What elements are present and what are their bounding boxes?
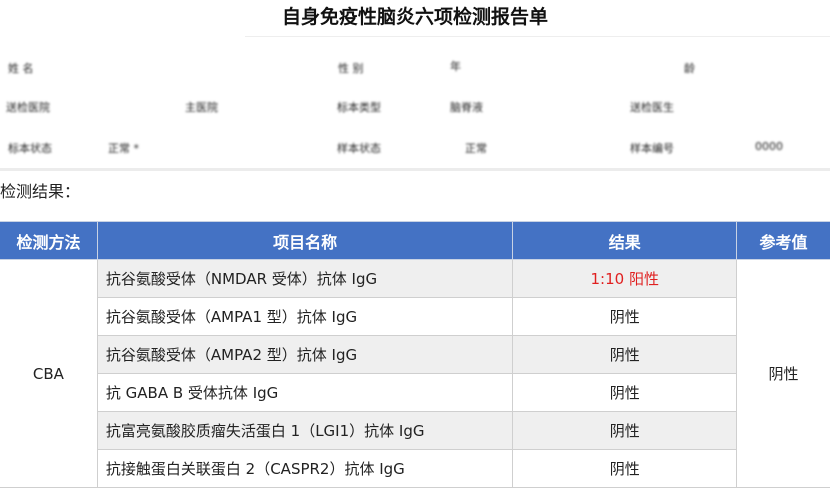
table-header: 检测方法 项目名称 结果 参考值 bbox=[0, 221, 830, 260]
header-result: 结果 bbox=[512, 221, 738, 260]
table-row: 抗接触蛋白关联蛋白 2（CASPR2）抗体 IgG 阴性 bbox=[0, 449, 830, 488]
header-item: 项目名称 bbox=[96, 221, 514, 260]
item-name: 抗谷氨酸受体（NMDAR 受体）抗体 IgG bbox=[96, 259, 514, 298]
info-value-hospital: 主医院 bbox=[185, 101, 218, 114]
section-label: 检测结果： bbox=[0, 182, 81, 201]
result-cell: 阴性 bbox=[512, 335, 738, 374]
table-row: CBA 抗谷氨酸受体（NMDAR 受体）抗体 IgG 1:10 阳性 阴性 bbox=[0, 259, 830, 488]
result-cell: 阴性 bbox=[512, 449, 738, 488]
info-label-age: 年 bbox=[450, 60, 461, 73]
item-name: 抗谷氨酸受体（AMPA2 型）抗体 IgG bbox=[96, 335, 514, 374]
info-label-doctor: 送检医生 bbox=[630, 101, 674, 114]
result-cell: 阴性 bbox=[512, 297, 738, 336]
results-table: 检测方法 项目名称 结果 参考值 CBA 抗谷氨酸受体（NMDAR 受体）抗体 … bbox=[0, 221, 830, 488]
info-value-sample-id: 0000 bbox=[755, 140, 783, 153]
item-name: 抗接触蛋白关联蛋白 2（CASPR2）抗体 IgG bbox=[96, 449, 514, 488]
reference-cell: 阴性 bbox=[736, 259, 830, 488]
table-row: 抗富亮氨酸胶质瘤失活蛋白 1（LGI1）抗体 IgG 阴性 bbox=[0, 411, 830, 450]
table-row: 抗谷氨酸受体（AMPA1 型）抗体 IgG 阴性 bbox=[0, 297, 830, 336]
method-cell: CBA bbox=[0, 259, 98, 488]
info-label-name: 姓 名 bbox=[8, 62, 34, 75]
header-reference: 参考值 bbox=[736, 221, 830, 260]
result-cell: 1:10 阳性 bbox=[512, 259, 738, 298]
result-cell: 阴性 bbox=[512, 411, 738, 450]
item-name: 抗谷氨酸受体（AMPA1 型）抗体 IgG bbox=[96, 297, 514, 336]
item-name: 抗富亮氨酸胶质瘤失活蛋白 1（LGI1）抗体 IgG bbox=[96, 411, 514, 450]
divider bbox=[245, 36, 830, 37]
info-label-sample-id: 样本编号 bbox=[630, 142, 674, 155]
info-value-status: 正常 * bbox=[108, 142, 139, 155]
info-label-age2: 龄 bbox=[684, 62, 695, 75]
info-label-sample-status: 样本状态 bbox=[337, 142, 381, 155]
header-method: 检测方法 bbox=[0, 221, 98, 260]
info-label-sample-type: 标本类型 bbox=[337, 101, 381, 114]
result-cell: 阴性 bbox=[512, 373, 738, 412]
info-value-sample-status: 正常 bbox=[465, 142, 487, 155]
info-value-sample-type: 脑脊液 bbox=[450, 101, 483, 114]
info-label-gender: 性 别 bbox=[338, 62, 364, 75]
table-row: 抗 GABA B 受体抗体 IgG 阴性 bbox=[0, 373, 830, 412]
info-label-status: 标本状态 bbox=[8, 142, 52, 155]
section-divider bbox=[0, 168, 830, 171]
table-row: 抗谷氨酸受体（AMPA2 型）抗体 IgG 阴性 bbox=[0, 335, 830, 374]
item-name: 抗 GABA B 受体抗体 IgG bbox=[96, 373, 514, 412]
info-label-hospital: 送检医院 bbox=[6, 101, 50, 114]
report-title: 自身免疫性脑炎六项检测报告单 bbox=[281, 6, 548, 28]
